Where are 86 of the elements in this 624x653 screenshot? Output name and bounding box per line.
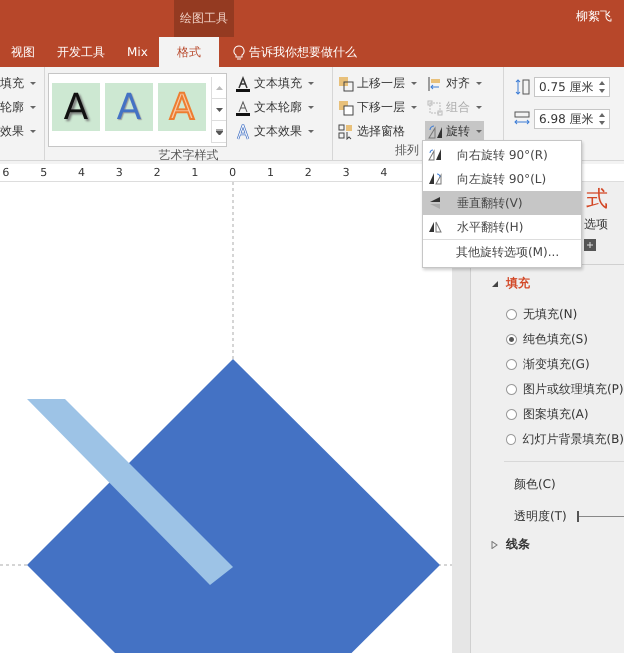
ribbon-button[interactable]: 文本轮廓 (233, 97, 316, 118)
ribbon-tab[interactable]: 格式 (158, 37, 219, 67)
section-header[interactable]: 填充 (491, 275, 530, 292)
ruler-number: 6 (1, 166, 10, 179)
send-backward-icon (338, 100, 354, 116)
wordart-style[interactable]: A (52, 83, 100, 131)
flip-horizontal-icon (427, 219, 443, 235)
radio-button[interactable] (506, 434, 516, 445)
ribbon-button[interactable]: 下移一层 (336, 97, 419, 118)
property-label: 颜色(C) (514, 476, 556, 493)
ruler-number: 3 (342, 166, 351, 179)
ribbon-button[interactable]: 对齐 (425, 73, 484, 94)
user-name: 柳絮飞 (576, 8, 612, 25)
radio-button[interactable] (506, 409, 517, 420)
ribbon-button[interactable]: 上移一层 (336, 73, 419, 94)
ribbon-button[interactable]: 选择窗格 (336, 121, 419, 142)
menu-item[interactable]: 垂直翻转(V) (423, 191, 581, 215)
radio-button[interactable] (506, 309, 517, 320)
rotate-icon (427, 124, 443, 140)
ribbon-tab[interactable]: Mix (116, 37, 159, 67)
pane-tab[interactable]: 选项 (584, 216, 608, 233)
ruler-number: 0 (228, 166, 238, 179)
width-icon (514, 111, 530, 127)
expand-icon (216, 128, 222, 134)
text-outline-icon (235, 100, 251, 116)
lightbulb-icon (232, 44, 245, 60)
size-field[interactable]: 6.98 厘米 (534, 109, 610, 129)
ribbon-button[interactable]: 轮廓 (0, 97, 36, 118)
menu-item[interactable]: 向左旋转 90°(L) (423, 167, 581, 191)
rotate-right-icon (427, 147, 443, 163)
ribbon-tab[interactable]: 视图 (0, 37, 46, 67)
context-tab-label: 绘图工具 (174, 0, 234, 37)
height-icon (514, 79, 530, 95)
menu-item[interactable]: 水平翻转(H) (423, 215, 581, 239)
menu-item[interactable]: 向右旋转 90°(R) (423, 143, 581, 167)
selection-pane-icon (338, 124, 354, 140)
down-arrow-icon (216, 108, 222, 112)
caret-icon (308, 130, 314, 133)
fill-option[interactable]: 图案填充(A) (506, 405, 624, 424)
group-label: 艺术字样式 (158, 147, 220, 164)
radio-button[interactable] (506, 384, 517, 395)
wordart-style[interactable]: A (105, 83, 153, 131)
ruler-number: 4 (76, 166, 86, 179)
collapse-icon (491, 280, 498, 288)
ribbon-button[interactable]: 旋转 (425, 121, 484, 142)
ribbon-button[interactable]: 文本填充 (233, 73, 316, 94)
spinner-icon (599, 81, 605, 93)
expand-icon (491, 540, 498, 548)
menu-item[interactable]: 其他旋转选项(M)... (423, 239, 581, 265)
caret-icon (308, 82, 314, 85)
section-header[interactable]: 线条 (491, 536, 530, 553)
bring-forward-icon (338, 76, 354, 92)
spinner-icon (599, 113, 605, 125)
text-fill-icon (235, 76, 251, 92)
pane-title: 式 (586, 186, 608, 214)
ruler-number: 2 (304, 166, 313, 179)
ribbon-button[interactable]: 填充 (0, 73, 36, 94)
radio-button[interactable] (506, 334, 517, 345)
ribbon-tab[interactable]: 开发工具 (46, 37, 116, 67)
rotate-left-icon (427, 171, 443, 187)
ruler-number: 3 (114, 166, 124, 179)
diamond-shape[interactable] (27, 359, 440, 653)
caret-icon (308, 106, 314, 109)
align-icon (427, 76, 443, 92)
ruler-number: 5 (39, 166, 48, 179)
ruler-number: 2 (152, 166, 162, 179)
ribbon-button[interactable]: 效果 (0, 121, 36, 142)
tell-me-field[interactable]: 告诉我你想要做什么 (248, 44, 357, 60)
radio-button[interactable] (506, 359, 517, 370)
bar-shape[interactable] (27, 399, 233, 585)
fill-option[interactable]: 无填充(N) (506, 305, 624, 324)
ruler-number: 1 (190, 166, 200, 179)
ruler-number: 1 (266, 166, 275, 179)
ribbon-button[interactable]: 文本效果 (233, 121, 316, 142)
property-label: 透明度(T) (514, 508, 567, 525)
size-properties-icon[interactable] (584, 237, 598, 251)
group-icon (427, 100, 443, 116)
fill-option[interactable]: 图片或纹理填充(P) (506, 380, 624, 399)
group-label: 排列 (395, 143, 419, 157)
text-effect-icon (235, 124, 251, 140)
size-field[interactable]: 0.75 厘米 (534, 77, 610, 97)
ruler-number: 4 (379, 166, 388, 179)
fill-option[interactable]: 纯色填充(S) (506, 330, 624, 349)
fill-option[interactable]: 渐变填充(G) (506, 355, 624, 374)
up-arrow-icon (216, 86, 222, 90)
fill-option[interactable]: 幻灯片背景填充(B) (506, 430, 624, 449)
